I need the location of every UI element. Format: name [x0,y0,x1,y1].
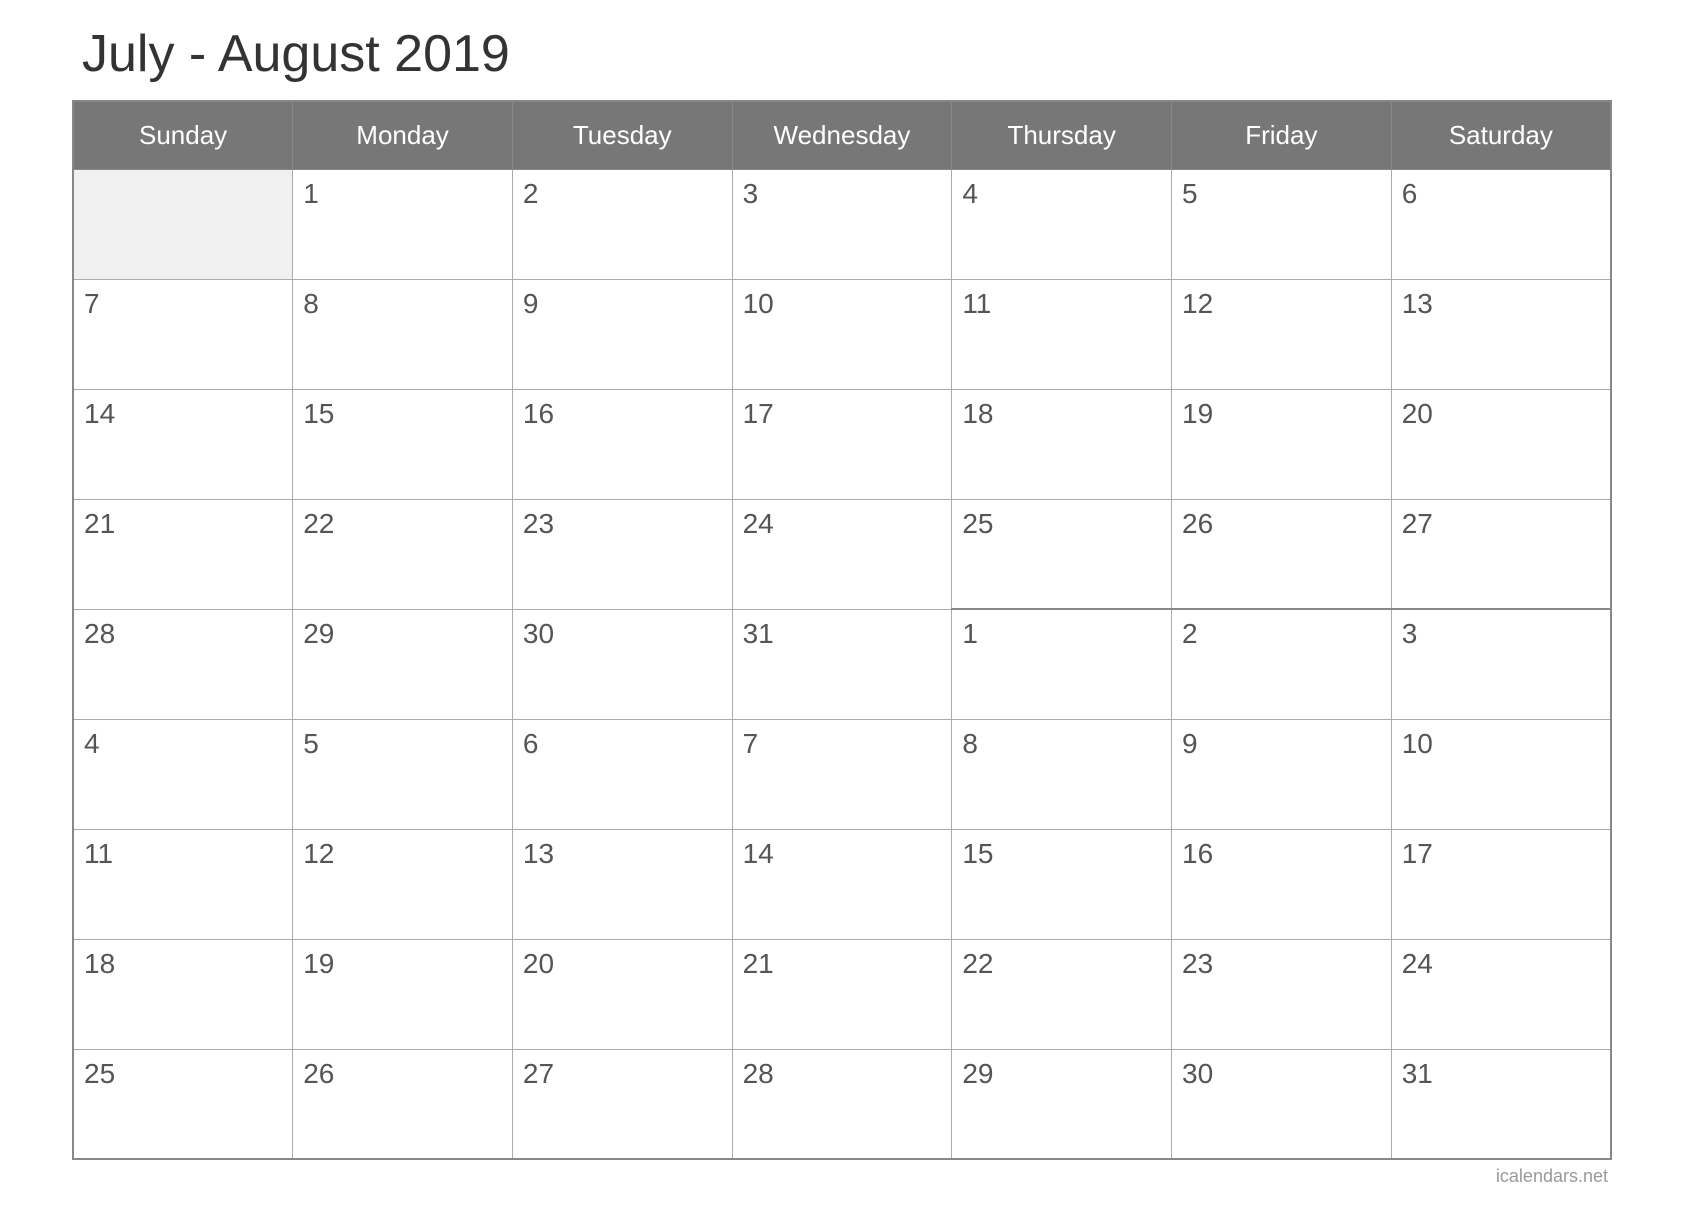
calendar-cell: 14 [73,389,293,499]
watermark: icalendars.net [72,1166,1612,1187]
calendar-cell: 17 [732,389,952,499]
calendar-cell [73,169,293,279]
calendar-cell: 27 [1391,499,1611,609]
calendar-cell: 12 [1172,279,1392,389]
calendar-cell: 8 [293,279,513,389]
calendar-cell: 19 [293,939,513,1049]
calendar-cell: 15 [952,829,1172,939]
calendar-cell: 10 [1391,719,1611,829]
calendar-cell: 6 [1391,169,1611,279]
day-header-monday: Monday [293,101,513,170]
calendar-cell: 24 [1391,939,1611,1049]
calendar-cell: 13 [512,829,732,939]
calendar-cell: 30 [512,609,732,719]
calendar-cell: 6 [512,719,732,829]
calendar-cell: 23 [1172,939,1392,1049]
calendar-cell: 28 [73,609,293,719]
calendar-cell: 4 [952,169,1172,279]
calendar-cell: 16 [512,389,732,499]
calendar-cell: 9 [1172,719,1392,829]
calendar-cell: 18 [952,389,1172,499]
day-header-saturday: Saturday [1391,101,1611,170]
calendar-cell: 14 [732,829,952,939]
calendar-cell: 5 [1172,169,1392,279]
calendar-cell: 23 [512,499,732,609]
calendar-row: 21222324252627 [73,499,1611,609]
day-header-sunday: Sunday [73,101,293,170]
calendar-cell: 11 [952,279,1172,389]
calendar-cell: 29 [293,609,513,719]
calendar-row: 25262728293031 [73,1049,1611,1159]
calendar-cell: 5 [293,719,513,829]
calendar-cell: 26 [293,1049,513,1159]
calendar-cell: 11 [73,829,293,939]
calendar-table: SundayMondayTuesdayWednesdayThursdayFrid… [72,100,1612,1161]
calendar-cell: 20 [1391,389,1611,499]
calendar-cell: 22 [293,499,513,609]
day-header-tuesday: Tuesday [512,101,732,170]
calendar-row: 11121314151617 [73,829,1611,939]
calendar-cell: 22 [952,939,1172,1049]
calendar-cell: 2 [1172,609,1392,719]
header-row: SundayMondayTuesdayWednesdayThursdayFrid… [73,101,1611,170]
calendar-row: 45678910 [73,719,1611,829]
calendar-cell: 8 [952,719,1172,829]
calendar-cell: 15 [293,389,513,499]
calendar-cell: 25 [73,1049,293,1159]
calendar-cell: 29 [952,1049,1172,1159]
calendar-cell: 12 [293,829,513,939]
calendar-cell: 10 [732,279,952,389]
calendar-cell: 21 [73,499,293,609]
calendar-cell: 28 [732,1049,952,1159]
calendar-cell: 19 [1172,389,1392,499]
calendar-cell: 30 [1172,1049,1392,1159]
calendar-cell: 17 [1391,829,1611,939]
calendar-cell: 7 [73,279,293,389]
day-header-friday: Friday [1172,101,1392,170]
calendar-title: July - August 2019 [72,24,1612,84]
day-header-wednesday: Wednesday [732,101,952,170]
calendar-row: 14151617181920 [73,389,1611,499]
calendar-cell: 31 [1391,1049,1611,1159]
calendar-cell: 27 [512,1049,732,1159]
calendar-cell: 3 [1391,609,1611,719]
calendar-cell: 3 [732,169,952,279]
calendar-cell: 13 [1391,279,1611,389]
calendar-cell: 9 [512,279,732,389]
calendar-cell: 21 [732,939,952,1049]
calendar-row: 78910111213 [73,279,1611,389]
calendar-cell: 20 [512,939,732,1049]
calendar-row: 18192021222324 [73,939,1611,1049]
calendar-cell: 24 [732,499,952,609]
calendar-cell: 26 [1172,499,1392,609]
calendar-cell: 2 [512,169,732,279]
calendar-cell: 25 [952,499,1172,609]
calendar-page: July - August 2019 SundayMondayTuesdayWe… [52,0,1632,1207]
calendar-cell: 16 [1172,829,1392,939]
calendar-cell: 1 [293,169,513,279]
calendar-cell: 18 [73,939,293,1049]
calendar-cell: 31 [732,609,952,719]
calendar-cell: 7 [732,719,952,829]
day-header-thursday: Thursday [952,101,1172,170]
calendar-cell: 4 [73,719,293,829]
calendar-row: 123456 [73,169,1611,279]
calendar-row: 28293031123 [73,609,1611,719]
calendar-cell: 1 [952,609,1172,719]
